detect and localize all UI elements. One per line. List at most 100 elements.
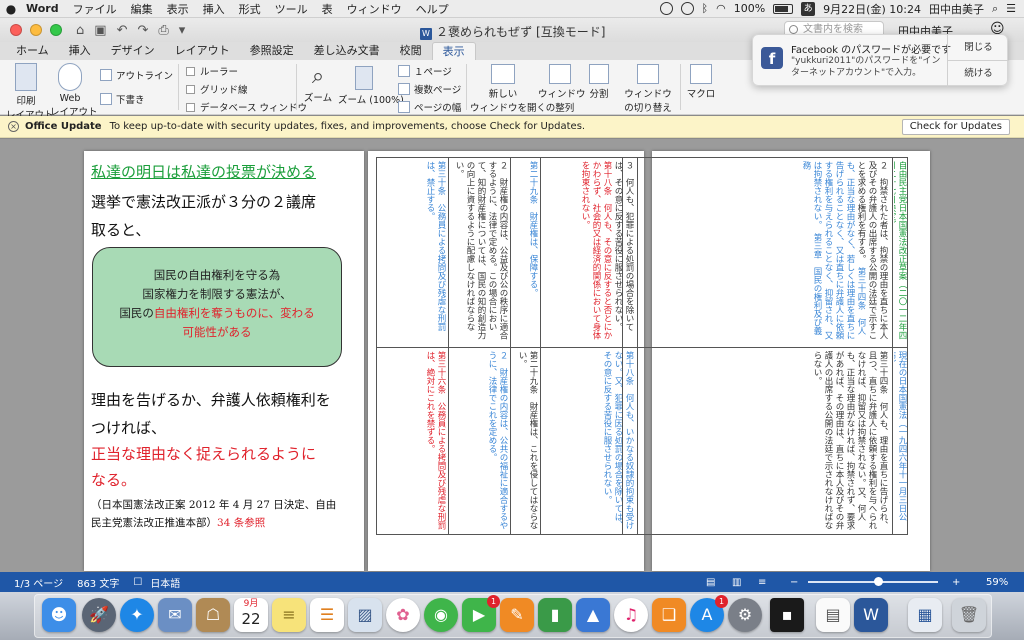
arrange-windows-button[interactable]: ウィンドウ の整列 — [538, 64, 586, 114]
minimize-window-button[interactable] — [30, 24, 42, 36]
new-window-button[interactable]: 新しい ウィンドウを開く — [470, 64, 546, 114]
notification-continue-button[interactable]: 続ける — [948, 61, 1009, 87]
language[interactable]: 日本語 — [150, 575, 180, 590]
outline-view-icon[interactable]: ≡ — [758, 577, 766, 588]
downloads-icon[interactable]: ▦ — [908, 598, 942, 632]
app-store-icon[interactable]: A1 — [690, 595, 728, 632]
zoom-100-button[interactable]: ズーム (100%) — [338, 64, 404, 106]
page-width-button[interactable]: ページの幅 — [398, 100, 461, 114]
page-count[interactable]: 1/3 ページ — [14, 575, 63, 590]
menu-insert[interactable]: 挿入 — [196, 1, 232, 17]
menu-view[interactable]: 表示 — [160, 1, 196, 17]
switch-windows-button[interactable]: ウィンドウ の切り替え — [622, 64, 674, 114]
tab-design[interactable]: デザイン — [101, 42, 165, 60]
textedit-icon[interactable]: ▤ — [816, 598, 850, 632]
tab-mailings[interactable]: 差し込み文書 — [304, 42, 390, 60]
ibooks-icon[interactable]: ❑ — [652, 598, 686, 632]
database-window-checkbox[interactable]: データベース ウィンドウ — [186, 100, 307, 114]
menu-table[interactable]: 表 — [315, 1, 340, 17]
photos-icon[interactable]: ✿ — [386, 598, 420, 632]
menu-window[interactable]: ウィンドウ — [340, 1, 409, 17]
split-button[interactable]: 分割 — [586, 64, 612, 100]
pages-icon[interactable]: ✎ — [500, 598, 534, 632]
launchpad-icon[interactable]: 🚀 — [82, 598, 116, 632]
menubar-user[interactable]: 田中由美子 — [929, 1, 984, 17]
print-layout-button[interactable]: 印刷 レイアウト — [6, 63, 54, 121]
mail-icon[interactable]: ✉ — [158, 598, 192, 632]
word-icon[interactable]: W — [854, 598, 888, 632]
tab-review[interactable]: 校閲 — [390, 42, 432, 60]
facetime-icon[interactable]: ▶ 1 — [462, 595, 500, 632]
page-3[interactable]: ２ 拘禁された者は、拘禁の理由を直ちに本人及びその弁護人の出席する公開の法廷で示… — [622, 151, 930, 571]
home-icon[interactable]: ⌂ — [76, 23, 84, 38]
itunes-icon[interactable]: ♫ — [614, 598, 648, 632]
menu-edit[interactable]: 編集 — [124, 1, 160, 17]
battery-icon[interactable] — [773, 3, 794, 14]
print-layout-view-icon[interactable]: ▤ — [706, 577, 715, 588]
checkmark-icon[interactable] — [659, 2, 673, 15]
menu-file[interactable]: ファイル — [66, 1, 124, 17]
save-icon[interactable]: ▣ — [94, 23, 106, 38]
dismiss-update-icon[interactable]: × — [8, 121, 19, 132]
facebook-notification[interactable]: f Facebook のパスワードが必要です "yukkuri2011"のパスワ… — [752, 34, 1009, 87]
macro-button[interactable]: マクロ — [684, 64, 718, 100]
menu-format[interactable]: 形式 — [232, 1, 268, 17]
zoom-in-button[interactable]: + — [952, 577, 960, 588]
trash-icon[interactable]: 🗑 — [952, 598, 986, 632]
keynote-icon[interactable]: ▲ — [576, 598, 610, 632]
menu-help[interactable]: ヘルプ — [409, 1, 456, 17]
zoom-slider[interactable] — [808, 581, 938, 583]
gridlines-checkbox[interactable]: グリッド線 — [186, 82, 248, 96]
zoom-window-button[interactable] — [50, 24, 62, 36]
one-page-button[interactable]: １ページ — [398, 64, 452, 78]
apple-icon[interactable]: ● — [0, 2, 22, 16]
reminders-icon[interactable]: ☰ — [310, 598, 344, 632]
web-layout-button[interactable]: Web レイアウト — [50, 63, 98, 118]
menu-extra-icon[interactable]: ▪ — [770, 598, 804, 632]
notes-icon[interactable]: ≡ — [272, 598, 306, 632]
outline-button[interactable]: アウトライン — [100, 68, 173, 82]
tab-layout[interactable]: レイアウト — [165, 42, 240, 60]
print-icon[interactable]: ⎙ — [158, 23, 168, 38]
draft-button[interactable]: 下書き — [100, 92, 145, 106]
page-2[interactable]: 第三十条 公務員による拷問及び残虐な刑罰は、禁止する。 ２ 財産権の内容は、公益… — [368, 151, 644, 571]
bluetooth-icon[interactable]: ᛒ — [702, 2, 709, 15]
zoom-button[interactable]: ⌕ ズーム — [302, 64, 334, 104]
calendar-icon[interactable]: 9月 22 — [234, 598, 268, 632]
time-machine-icon[interactable] — [680, 2, 694, 15]
web-layout-view-icon[interactable]: ▥ — [732, 577, 741, 588]
zoom-slider-handle[interactable] — [874, 577, 883, 586]
zoom-out-button[interactable]: − — [790, 577, 798, 588]
preview-icon[interactable]: ▨ — [348, 598, 382, 632]
notification-close-button[interactable]: 閉じる — [948, 35, 1009, 61]
menu-tools[interactable]: ツール — [268, 1, 315, 17]
safari-icon[interactable]: ✦ — [120, 598, 154, 632]
check-for-updates-button[interactable]: Check for Updates — [901, 119, 1010, 135]
proofing-icon[interactable]: ☐ — [133, 577, 142, 588]
multiple-pages-button[interactable]: 複数ページ — [398, 82, 461, 96]
tab-home[interactable]: ホーム — [6, 42, 59, 60]
page-1[interactable]: 私達の明日は私達の投票が決める 選挙で憲法改正派が３分の２議席 取ると、 国民の… — [84, 151, 364, 571]
ruler-checkbox[interactable]: ルーラー — [186, 64, 238, 78]
menu-app[interactable]: Word — [22, 2, 66, 15]
notification-center-icon[interactable]: ☰ — [1006, 2, 1016, 15]
close-window-button[interactable] — [10, 24, 22, 36]
tab-references[interactable]: 参照設定 — [240, 42, 304, 60]
wifi-icon[interactable]: ◠ — [716, 2, 726, 15]
redo-icon[interactable]: ↷ — [137, 23, 148, 38]
messages-icon[interactable]: ◉ — [424, 598, 458, 632]
system-preferences-icon[interactable]: ⚙ — [728, 598, 762, 632]
numbers-icon[interactable]: ▮ — [538, 598, 572, 632]
zoom-level[interactable]: 59% — [986, 577, 1008, 588]
clock[interactable]: 9月22日(金) 10:24 — [823, 1, 921, 17]
document-area[interactable]: 私達の明日は私達の投票が決める 選挙で憲法改正派が３分の２議席 取ると、 国民の… — [0, 139, 1024, 572]
tab-insert[interactable]: 挿入 — [59, 42, 101, 60]
customize-toolbar-icon[interactable]: ▾ — [179, 23, 186, 38]
spotlight-icon[interactable]: ⌕ — [992, 2, 998, 16]
contacts-icon[interactable]: ☖ — [196, 598, 230, 632]
finder-icon[interactable]: ☻ — [42, 598, 76, 632]
input-method[interactable]: あ — [801, 1, 816, 16]
tab-view[interactable]: 表示 — [431, 42, 476, 60]
word-count[interactable]: 863 文字 — [77, 575, 119, 590]
undo-icon[interactable]: ↶ — [117, 23, 128, 38]
